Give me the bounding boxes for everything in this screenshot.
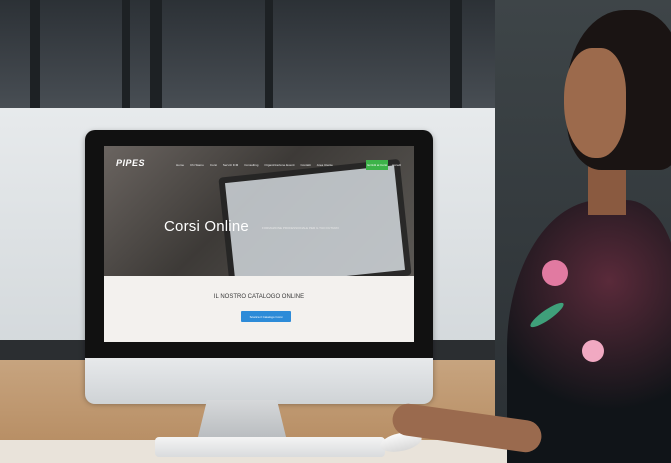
nav-item-area-utente: Area Utente xyxy=(316,163,333,167)
nav-item-consulting: Consulting xyxy=(244,163,259,167)
woman-figure xyxy=(390,10,671,463)
nav-item-home: Home xyxy=(176,163,185,167)
catalog-section xyxy=(104,276,414,342)
nav-item-servizi: Servizi ICM xyxy=(222,163,239,167)
nav-cta-button: Iscriviti ai Corsi xyxy=(366,160,388,170)
office-photo: PIPES Home Chi Siamo Corsi Servizi ICM C… xyxy=(0,0,671,463)
window-frame xyxy=(450,0,462,125)
window-frame xyxy=(265,0,273,125)
flower-print xyxy=(582,340,604,362)
site-nav: Home Chi Siamo Corsi Servizi ICM Consult… xyxy=(176,163,333,167)
window-frame xyxy=(150,0,162,125)
flower-print xyxy=(542,260,568,286)
face xyxy=(564,48,626,158)
website-screen: PIPES Home Chi Siamo Corsi Servizi ICM C… xyxy=(104,146,414,342)
nav-item-corsi: Corsi xyxy=(209,163,217,167)
catalog-button: Scarica il Catalogo Corsi xyxy=(241,311,291,322)
nav-item-chi-siamo: Chi Siamo xyxy=(190,163,204,167)
hero-title: Corsi Online xyxy=(164,218,249,235)
window-frame xyxy=(122,0,130,125)
nav-item-contatti: Contatti xyxy=(300,163,311,167)
site-logo: PIPES xyxy=(116,158,146,168)
imac-chin xyxy=(85,358,433,404)
nav-item-eventi: Organizzazione Eventi xyxy=(264,163,295,167)
keyboard xyxy=(155,437,385,457)
window-frame xyxy=(30,0,40,125)
hero-subtitle: FORMAZIONE PROFESSIONALE PER IL TUO FUTU… xyxy=(262,226,339,230)
nav-login-link: Accedi xyxy=(392,163,402,167)
catalog-title: IL NOSTRO CATALOGO ONLINE xyxy=(213,294,305,300)
